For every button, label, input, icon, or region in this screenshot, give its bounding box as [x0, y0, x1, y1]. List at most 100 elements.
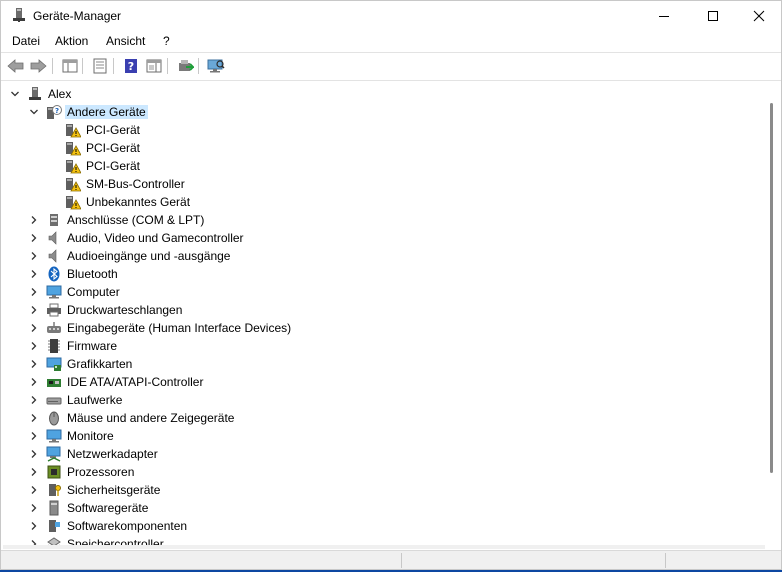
tree-node-anschluesse[interactable]: Anschlüsse (COM & LPT): [3, 211, 763, 229]
console-tree-button[interactable]: [61, 57, 79, 75]
tree-node-label: Softwaregeräte: [67, 501, 149, 515]
chevron-right-icon[interactable]: [29, 503, 39, 513]
tree-node-ide-ata[interactable]: IDE ATA/ATAPI-Controller: [3, 373, 763, 391]
tree-node-label: Alex: [48, 87, 72, 101]
tree-node-monitore[interactable]: Monitore: [3, 427, 763, 445]
tree-node-label: PCI-Gerät: [86, 159, 141, 173]
chevron-right-icon[interactable]: [29, 305, 39, 315]
chevron-right-icon[interactable]: [29, 413, 39, 423]
toolbar-separator: [167, 58, 168, 74]
console-tree-icon: [62, 59, 78, 73]
tree-node-label: IDE ATA/ATAPI-Controller: [67, 375, 204, 389]
back-button[interactable]: [7, 57, 25, 75]
status-cell: [405, 553, 666, 568]
scan-hardware-button[interactable]: [207, 57, 225, 75]
tree-node-label: Netzwerkadapter: [67, 447, 158, 461]
storage-controller-icon: [47, 537, 61, 545]
scrollbar-thumb[interactable]: [770, 103, 773, 473]
tree-node-label: Druckwarteschlangen: [67, 303, 183, 317]
tree-node-pci-geraet[interactable]: PCI-Gerät: [3, 157, 763, 175]
chevron-right-icon[interactable]: [29, 215, 39, 225]
back-arrow-icon: [7, 59, 24, 73]
tree-node-pci-geraet[interactable]: PCI-Gerät: [3, 139, 763, 157]
tree-node-root[interactable]: Alex: [3, 85, 763, 103]
close-button[interactable]: [736, 1, 781, 31]
warning-device-icon: [66, 142, 81, 156]
chevron-right-icon[interactable]: [29, 449, 39, 459]
maximize-button[interactable]: [690, 1, 736, 31]
menu-aktion[interactable]: Aktion: [55, 34, 88, 48]
forward-button[interactable]: [29, 57, 47, 75]
toolbar-separator: [198, 58, 199, 74]
tree-node-label: Sicherheitsgeräte: [67, 483, 161, 497]
security-device-icon: [49, 484, 61, 496]
tree-node-prozessoren[interactable]: Prozessoren: [3, 463, 763, 481]
chevron-right-icon[interactable]: [29, 359, 39, 369]
action-pane-button[interactable]: [145, 57, 163, 75]
display-adapter-icon: [46, 357, 62, 371]
software-device-icon: [49, 500, 59, 516]
tree-node-speichercontroller[interactable]: Speichercontroller: [3, 535, 763, 545]
tree-node-label: Speichercontroller: [67, 537, 164, 545]
chevron-down-icon[interactable]: [29, 107, 39, 117]
tree-node-grafikkarten[interactable]: Grafikkarten: [3, 355, 763, 373]
chevron-right-icon[interactable]: [29, 233, 39, 243]
tree-node-netzwerkadapter[interactable]: Netzwerkadapter: [3, 445, 763, 463]
tree-node-maeuse[interactable]: Mäuse und andere Zeigegeräte: [3, 409, 763, 427]
tree-node-eingabegeraete[interactable]: Eingabegeräte (Human Interface Devices): [3, 319, 763, 337]
help-icon: ?: [125, 59, 137, 73]
chevron-right-icon[interactable]: [29, 521, 39, 531]
tree-node-label: Laufwerke: [67, 393, 123, 407]
update-driver-button[interactable]: [176, 57, 194, 75]
chevron-down-icon[interactable]: [10, 89, 20, 99]
vertical-scrollbar[interactable]: [765, 83, 781, 545]
tree-node-label: PCI-Gerät: [86, 141, 141, 155]
chevron-right-icon[interactable]: [29, 341, 39, 351]
help-button[interactable]: ?: [122, 57, 140, 75]
ide-controller-icon: [47, 379, 61, 387]
horizontal-scrollbar[interactable]: [3, 545, 765, 549]
tree-node-pci-geraet[interactable]: PCI-Gerät: [3, 121, 763, 139]
chevron-right-icon[interactable]: [29, 377, 39, 387]
tree-node-label: Mäuse und andere Zeigegeräte: [67, 411, 235, 425]
tree-node-softwarekomponenten[interactable]: Softwarekomponenten: [3, 517, 763, 535]
chevron-right-icon[interactable]: [29, 287, 39, 297]
chevron-right-icon[interactable]: [29, 395, 39, 405]
tree-node-computer[interactable]: Computer: [3, 283, 763, 301]
menu-datei[interactable]: Datei: [12, 34, 40, 48]
tree-node-andere-geraete[interactable]: ? Andere Geräte: [3, 103, 763, 121]
tree-node-bluetooth[interactable]: Bluetooth: [3, 265, 763, 283]
printer-icon: [47, 303, 61, 317]
menu-help[interactable]: ?: [163, 34, 170, 48]
tree-node-laufwerke[interactable]: Laufwerke: [3, 391, 763, 409]
chevron-right-icon[interactable]: [29, 485, 39, 495]
tree-node-label: Bluetooth: [67, 267, 118, 281]
menu-ansicht[interactable]: Ansicht: [106, 34, 145, 48]
disk-drive-icon: [46, 397, 62, 405]
tree-node-label: Softwarekomponenten: [67, 519, 188, 533]
tree-node-druckwarteschlangen[interactable]: Druckwarteschlangen: [3, 301, 763, 319]
tree-node-label: Audio, Video und Gamecontroller: [67, 231, 244, 245]
chevron-right-icon[interactable]: [29, 323, 39, 333]
chevron-right-icon[interactable]: [29, 251, 39, 261]
minimize-button[interactable]: [641, 1, 687, 31]
unknown-device-icon: ?: [47, 105, 62, 119]
tree-node-label: Monitore: [67, 429, 114, 443]
minimize-icon: [659, 16, 669, 17]
device-tree[interactable]: Alex ? Andere Geräte PCI-Gerät PCI-Gerät…: [3, 83, 765, 545]
tree-node-sicherheitsgeraete[interactable]: Sicherheitsgeräte: [3, 481, 763, 499]
device-manager-app-icon: [13, 8, 25, 22]
chevron-right-icon[interactable]: [29, 269, 39, 279]
tree-node-softwaregeraete[interactable]: Softwaregeräte: [3, 499, 763, 517]
tree-node-audio-video[interactable]: Audio, Video und Gamecontroller: [3, 229, 763, 247]
tree-node-firmware[interactable]: Firmware: [3, 337, 763, 355]
tree-node-sm-bus-controller[interactable]: SM-Bus-Controller: [3, 175, 763, 193]
properties-button[interactable]: [91, 57, 109, 75]
maximize-icon: [708, 11, 718, 21]
tree-node-audioeingaenge[interactable]: Audioeingänge und -ausgänge: [3, 247, 763, 265]
tree-node-label: Eingabegeräte (Human Interface Devices): [67, 321, 292, 335]
chevron-right-icon[interactable]: [29, 467, 39, 477]
tree-node-unbekanntes-geraet[interactable]: Unbekanntes Gerät: [3, 193, 763, 211]
toolbar-separator: [82, 58, 83, 74]
chevron-right-icon[interactable]: [29, 431, 39, 441]
